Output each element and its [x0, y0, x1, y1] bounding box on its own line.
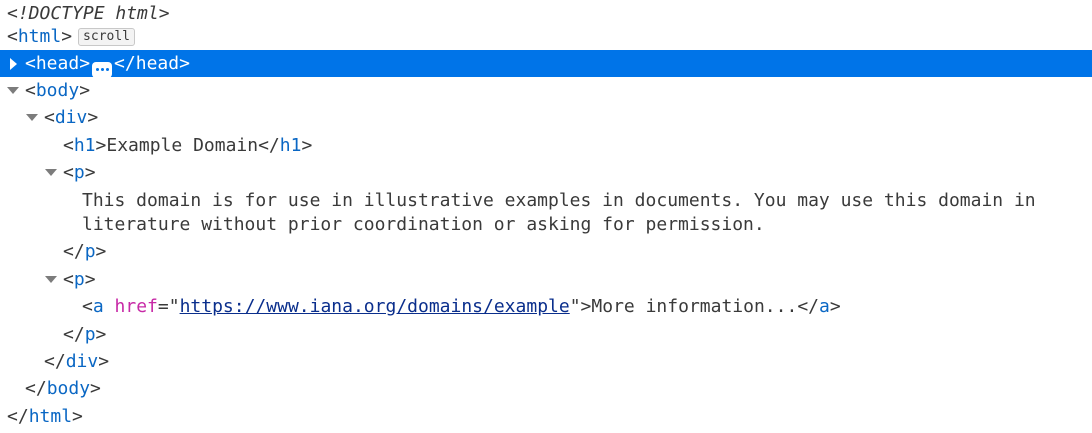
h1-node[interactable]: <h1>Example Domain</h1> [0, 132, 1092, 159]
p2-close-node[interactable]: </p> [0, 321, 1092, 348]
div-close-tag-name: div [65, 351, 99, 372]
markup-tree: <!DOCTYPE html> <html> scroll <head> </hea… [0, 0, 1092, 433]
div-tag-name: div [54, 107, 88, 128]
p2-close-tag-name: p [84, 324, 96, 345]
body-open-node[interactable]: <body> [0, 77, 1092, 104]
p1-text-line2: literature without prior coordination or… [82, 214, 765, 235]
collapse-body-toggle[interactable] [6, 77, 20, 104]
a-node[interactable]: <a href="https://www.iana.org/domains/ex… [0, 293, 1092, 320]
p1-close-node[interactable]: </p> [0, 238, 1092, 265]
p1-text-line1: This domain is for use in illustrative e… [82, 190, 1036, 211]
triangle-down-icon [26, 114, 38, 121]
p1-text-node-line1[interactable]: This domain is for use in illustrative e… [0, 187, 1092, 214]
href-attr-link[interactable]: https://www.iana.org/domains/example [180, 296, 570, 317]
p1-open-node[interactable]: <p> [0, 159, 1092, 186]
p1-tag-name: p [73, 162, 85, 183]
body-close-node[interactable]: </body> [0, 375, 1092, 402]
triangle-down-icon [7, 87, 19, 94]
body-close-tag-name: body [46, 378, 91, 399]
expand-head-toggle[interactable] [6, 50, 20, 77]
p2-open-node[interactable]: <p> [0, 266, 1092, 293]
html-tag-name: html [17, 26, 62, 47]
html-close-tag-name: html [28, 406, 73, 427]
p2-tag-name: p [73, 269, 85, 290]
triangle-down-icon [45, 276, 57, 283]
href-attr-name: href [114, 296, 158, 317]
collapse-p1-toggle[interactable] [44, 159, 58, 186]
a-tag-name: a [92, 296, 104, 317]
html-close-node[interactable]: </html> [0, 403, 1092, 430]
p1-text-node-line2[interactable]: literature without prior coordination or… [0, 211, 1092, 238]
head-node[interactable]: <head> </head> [0, 50, 1092, 78]
div-close-node[interactable]: </div> [0, 348, 1092, 375]
triangle-right-icon [9, 57, 17, 70]
ellipsis-icon[interactable] [92, 61, 113, 78]
html-open-node[interactable]: <html> scroll [0, 23, 1092, 50]
body-tag-name: body [35, 80, 80, 101]
h1-text: Example Domain [106, 135, 259, 156]
a-text: More information... [591, 296, 798, 317]
div-open-node[interactable]: <div> [0, 104, 1092, 131]
triangle-down-icon [45, 169, 57, 176]
head-close-tag-name: head [135, 53, 180, 74]
head-tag-name: head [35, 53, 80, 74]
h1-tag-name: h1 [73, 135, 96, 156]
scroll-badge[interactable]: scroll [78, 28, 136, 46]
p1-close-tag-name: p [84, 241, 96, 262]
collapse-div-toggle[interactable] [25, 104, 39, 131]
a-close-tag-name: a [819, 296, 830, 317]
collapse-p2-toggle[interactable] [44, 266, 58, 293]
h1-close-tag-name: h1 [279, 135, 302, 156]
